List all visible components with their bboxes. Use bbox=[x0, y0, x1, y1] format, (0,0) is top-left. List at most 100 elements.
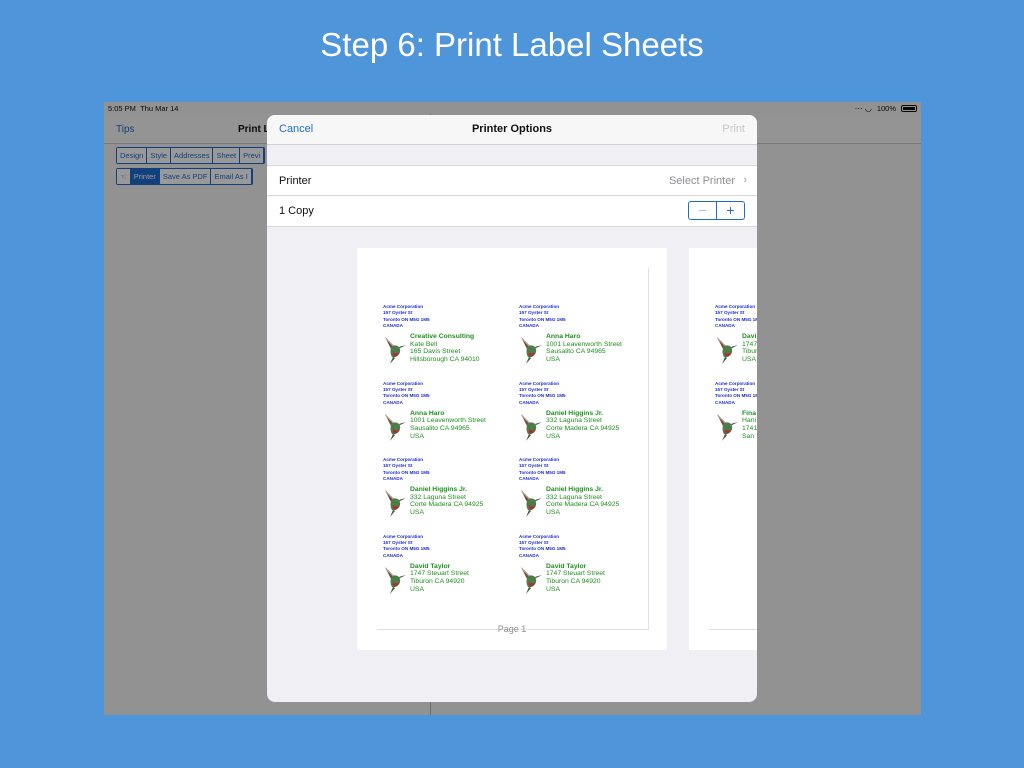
recipient-line: Corte Madera CA 94925 bbox=[410, 501, 484, 509]
return-address-line: CANADA bbox=[519, 399, 539, 405]
return-address: Acme Corporation 157 Oyster St Toronto ON … bbox=[383, 381, 511, 407]
return-address-line: CANADA bbox=[715, 399, 735, 405]
address-label: Acme Corporation 157 Oyster St Toronto ON … bbox=[519, 534, 647, 606]
recipient-address: David Taylor 1747 Steuart Street Tiburon C… bbox=[546, 563, 605, 595]
return-address-line: CANADA bbox=[383, 399, 403, 405]
recipient-line: USA bbox=[546, 509, 560, 517]
recipient-address: Daniel Higgins Jr. 332 Laguna Street Corte… bbox=[410, 486, 483, 518]
recipient-block: David Taylor 1747 Steuart Street Tiburon C… bbox=[519, 563, 605, 595]
recipient-name: Daniel Higgins Jr. bbox=[546, 409, 604, 417]
recipient-line: USA bbox=[546, 432, 560, 440]
recipient-address: Davi 1747 Tibur USA bbox=[742, 333, 757, 365]
printer-label: Printer bbox=[279, 175, 312, 187]
return-address: Acme Corporation 157 Oyster St Toronto ON … bbox=[715, 381, 757, 407]
dialog-title: Printer Options bbox=[471, 123, 553, 135]
recipient-name: Creative Consulting bbox=[410, 333, 475, 340]
return-address-line: Acme Corporation bbox=[715, 380, 756, 386]
recipient-line: Tiburon CA 94920 bbox=[410, 577, 465, 585]
hummingbird-icon bbox=[519, 486, 543, 518]
return-address-line: CANADA bbox=[519, 476, 539, 482]
printer-options-dialog: Cancel Printer Options Print Printer Sel… bbox=[267, 115, 757, 702]
recipient-line: 1001 Leavenworth Street bbox=[546, 340, 622, 348]
address-label: Acme Corporation 157 Oyster St Toronto ON … bbox=[383, 304, 511, 376]
recipient-line: Corte Madera CA 94925 bbox=[546, 424, 620, 432]
recipient-block: Creative Consulting Kate Bell 165 Davis St… bbox=[383, 333, 480, 365]
recipient-block: Davi 1747 Tibur USA bbox=[715, 333, 757, 365]
recipient-address: Daniel Higgins Jr. 332 Laguna Street Corte… bbox=[546, 486, 619, 518]
recipient-line: 332 Laguna Street bbox=[546, 493, 602, 501]
return-address-line: CANADA bbox=[715, 323, 735, 329]
recipient-line: USA bbox=[410, 585, 424, 593]
recipient-name: David Taylor bbox=[546, 562, 587, 570]
recipient-line: 1747 bbox=[742, 340, 757, 348]
label-grid: Acme Corporation 157 Oyster St Toronto ON … bbox=[377, 268, 649, 630]
hummingbird-icon bbox=[383, 333, 407, 365]
copies-stepper: − + bbox=[688, 201, 745, 220]
printer-row[interactable]: Printer Select Printer › bbox=[267, 165, 757, 196]
minus-icon[interactable]: − bbox=[689, 202, 717, 219]
chevron-right-icon: › bbox=[743, 174, 747, 186]
recipient-line: Hillsborough CA 94010 bbox=[410, 356, 480, 364]
hummingbird-icon bbox=[715, 333, 739, 365]
recipient-line: 1001 Leavenworth Street bbox=[410, 417, 486, 425]
address-label: Acme Corporation 157 Oyster St Toronto ON … bbox=[383, 534, 511, 606]
recipient-line: 1747 Steuart Street bbox=[546, 570, 605, 578]
address-label: Acme Corporation 157 Oyster St Toronto ON … bbox=[519, 381, 647, 453]
recipient-block: Anna Haro 1001 Leavenworth Street Sausalit… bbox=[519, 333, 622, 365]
recipient-line: Tibur bbox=[742, 348, 757, 356]
printer-value: Select Printer bbox=[668, 175, 735, 187]
recipient-block: Daniel Higgins Jr. 332 Laguna Street Corte… bbox=[383, 486, 483, 518]
return-address: Acme Corporation 157 Oyster St Toronto ON … bbox=[715, 304, 757, 330]
print-preview[interactable]: Acme Corporation 157 Oyster St Toronto ON … bbox=[267, 227, 757, 702]
address-label: Acme Corporation 157 Oyster St Toronto ON … bbox=[383, 457, 511, 529]
address-label: Acme Corporation 157 Oyster St Toronto ON … bbox=[519, 457, 647, 529]
address-label: Acme Corporation 157 Oyster St Toronto ON … bbox=[519, 304, 647, 376]
hummingbird-icon bbox=[715, 410, 739, 442]
recipient-address: Daniel Higgins Jr. 332 Laguna Street Corte… bbox=[546, 410, 619, 442]
return-address-line: CANADA bbox=[519, 323, 539, 329]
recipient-address: David Taylor 1747 Steuart Street Tiburon C… bbox=[410, 563, 469, 595]
return-address: Acme Corporation 157 Oyster St Toronto ON … bbox=[519, 304, 647, 330]
preview-page-2[interactable]: Acme Corporation 157 Oyster St Toronto ON … bbox=[689, 248, 757, 650]
recipient-line: USA bbox=[546, 585, 560, 593]
return-address: Acme Corporation 157 Oyster St Toronto ON … bbox=[519, 457, 647, 483]
recipient-name: Davi bbox=[742, 333, 757, 340]
recipient-line: San bbox=[742, 432, 755, 440]
recipient-address: Anna Haro 1001 Leavenworth Street Sausalit… bbox=[410, 410, 486, 442]
hummingbird-icon bbox=[383, 410, 407, 442]
return-address-line: CANADA bbox=[383, 552, 403, 558]
page-number: Page 1 bbox=[497, 624, 527, 634]
return-address: Acme Corporation 157 Oyster St Toronto ON … bbox=[519, 534, 647, 560]
recipient-name: Daniel Higgins Jr. bbox=[546, 486, 604, 493]
recipient-address: Fina Hani 1741 San bbox=[742, 410, 757, 442]
recipient-line: 332 Laguna Street bbox=[546, 417, 602, 425]
recipient-name: David Taylor bbox=[410, 562, 451, 570]
address-label: Acme Corporation 157 Oyster St Toronto ON … bbox=[715, 381, 757, 453]
recipient-line: Sausalito CA 94965 bbox=[410, 424, 470, 432]
plus-icon[interactable]: + bbox=[717, 202, 744, 219]
recipient-line: Tiburon CA 94920 bbox=[546, 577, 601, 585]
recipient-name: Anna Haro bbox=[546, 333, 581, 340]
print-button[interactable]: Print bbox=[722, 123, 745, 135]
recipient-line: Corte Madera CA 94925 bbox=[546, 501, 620, 509]
hummingbird-icon bbox=[519, 563, 543, 595]
address-label: Acme Corporation 157 Oyster St Toronto ON … bbox=[715, 304, 757, 376]
return-address-line: CANADA bbox=[383, 476, 403, 482]
recipient-address: Creative Consulting Kate Bell 165 Davis St… bbox=[410, 333, 480, 365]
recipient-line: Kate Bell bbox=[410, 340, 438, 348]
return-address: Acme Corporation 157 Oyster St Toronto ON … bbox=[383, 534, 511, 560]
recipient-name: Anna Haro bbox=[410, 409, 445, 417]
recipient-line: 1741 bbox=[742, 424, 757, 432]
dialog-header: Cancel Printer Options Print bbox=[267, 115, 757, 145]
recipient-line: Hani bbox=[742, 417, 756, 425]
recipient-line: USA bbox=[742, 356, 756, 364]
recipient-block: Daniel Higgins Jr. 332 Laguna Street Corte… bbox=[519, 410, 619, 442]
recipient-name: Daniel Higgins Jr. bbox=[410, 486, 468, 493]
return-address-line: Toronto ON M5G 1M5 bbox=[715, 393, 757, 399]
address-label: Acme Corporation 157 Oyster St Toronto ON … bbox=[383, 381, 511, 453]
recipient-line: 1747 Steuart Street bbox=[410, 570, 469, 578]
recipient-line: USA bbox=[546, 356, 560, 364]
recipient-block: Daniel Higgins Jr. 332 Laguna Street Corte… bbox=[519, 486, 619, 518]
recipient-block: Anna Haro 1001 Leavenworth Street Sausalit… bbox=[383, 410, 486, 442]
preview-page-1[interactable]: Acme Corporation 157 Oyster St Toronto ON … bbox=[357, 248, 667, 650]
